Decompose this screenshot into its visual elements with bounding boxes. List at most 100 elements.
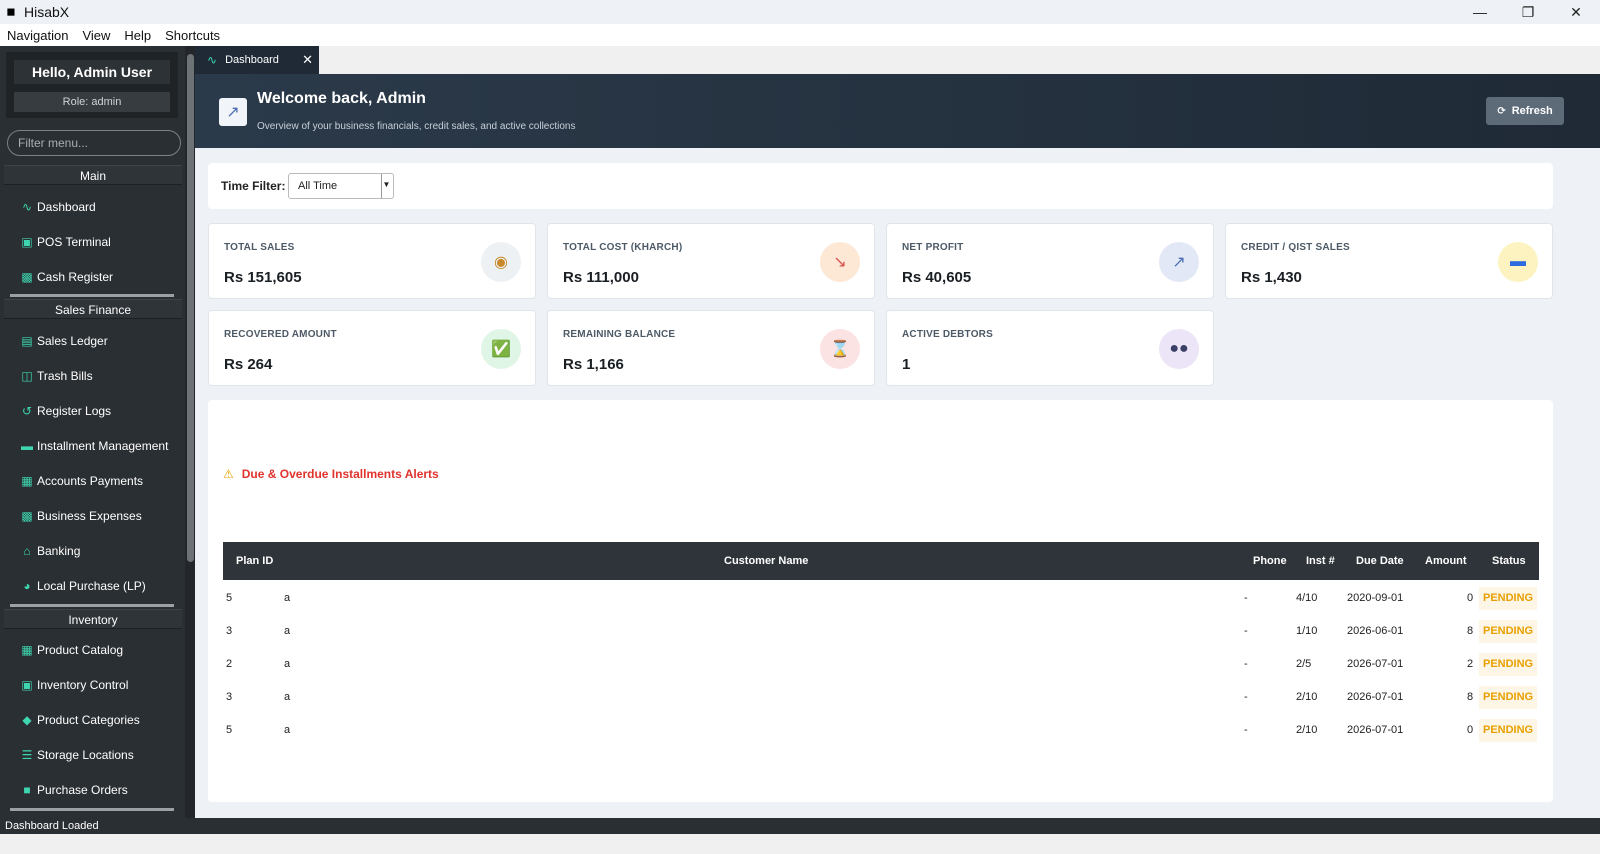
stat-value: Rs 1,430: [1241, 269, 1302, 286]
cell-inst: 2/5: [1296, 658, 1312, 670]
sidebar-scroll-thumb[interactable]: [187, 54, 194, 562]
cell-customer-name: a: [284, 592, 291, 604]
status-badge: PENDING: [1479, 620, 1538, 643]
col-customer-name[interactable]: Customer Name: [724, 542, 808, 580]
ledger-icon: ▤: [21, 334, 33, 348]
col-plan-id[interactable]: Plan ID: [236, 542, 273, 580]
table-header: Plan ID Customer Name Phone Inst # Due D…: [223, 542, 1539, 580]
restore-icon[interactable]: ❐: [1504, 0, 1552, 24]
main-content: ↗ Welcome back, Admin Overview of your b…: [195, 74, 1600, 834]
col-phone[interactable]: Phone: [1253, 542, 1287, 580]
stat-label: RECOVERED AMOUNT: [224, 329, 337, 340]
tab-dashboard[interactable]: ∿ Dashboard ✕: [195, 46, 319, 74]
section-sales-finance[interactable]: Sales Finance: [4, 299, 182, 319]
section-divider: [10, 294, 174, 297]
sidebar-item-label: Sales Ledger: [37, 334, 108, 348]
sidebar-item-product-categories[interactable]: ◆ Product Categories: [20, 710, 139, 730]
cell-plan-id: 3: [226, 691, 233, 703]
sidebar-item-cash-register[interactable]: ▩ Cash Register: [20, 267, 113, 287]
sidebar: Hello, Admin User Role: admin Filter men…: [0, 46, 195, 834]
col-amount[interactable]: Amount: [1425, 542, 1467, 580]
minimize-icon[interactable]: —: [1456, 0, 1504, 24]
cell-due-date: 2020-09-01: [1347, 592, 1404, 604]
sidebar-item-banking[interactable]: ⌂ Banking: [20, 541, 80, 561]
section-divider: [10, 808, 174, 811]
sidebar-item-accounts-payments[interactable]: ▦ Accounts Payments: [20, 471, 143, 491]
table-row[interactable]: 5 a - 4/10 2020-09-01 0 PENDING: [223, 582, 1539, 615]
cell-amount: 8: [1467, 691, 1474, 703]
welcome-subtitle: Overview of your business financials, cr…: [257, 121, 576, 132]
cell-customer-name: a: [284, 724, 291, 736]
sidebar-item-installment-management[interactable]: ▬ Installment Management: [20, 436, 168, 456]
invoice-icon: ▦: [21, 474, 33, 488]
warning-icon: ⚠: [223, 467, 234, 481]
cell-customer-name: a: [284, 625, 291, 637]
menu-view[interactable]: View: [82, 28, 110, 43]
sidebar-item-dashboard[interactable]: ∿ Dashboard: [20, 197, 96, 217]
card-icon: ▬: [21, 439, 33, 453]
menu-bar: Navigation View Help Shortcuts: [0, 24, 1600, 46]
section-inventory[interactable]: Inventory: [4, 609, 182, 629]
app-logo-icon: ◼: [6, 6, 16, 18]
stat-value: Rs 111,000: [563, 269, 639, 286]
sidebar-item-trash-bills[interactable]: ◫ Trash Bills: [20, 366, 92, 386]
sidebar-item-label: Local Purchase (LP): [37, 579, 146, 593]
cell-amount: 0: [1467, 592, 1474, 604]
credit-card-icon: ▬: [1498, 242, 1538, 282]
chevron-down-icon: ▼: [381, 174, 391, 198]
check-icon: ✅: [481, 329, 521, 369]
cart-icon: ■: [23, 783, 31, 797]
table-row[interactable]: 3 a - 1/10 2026-06-01 8 PENDING: [223, 615, 1539, 648]
status-badge: PENDING: [1479, 719, 1538, 742]
sidebar-item-sales-ledger[interactable]: ▤ Sales Ledger: [20, 331, 108, 351]
title-bar: ◼ HisabX — ❐ ✕: [0, 0, 1600, 24]
sidebar-scrollbar[interactable]: [185, 46, 195, 834]
trash-icon: ◫: [21, 369, 33, 383]
cell-plan-id: 5: [226, 592, 233, 604]
col-status[interactable]: Status: [1492, 542, 1526, 580]
time-filter-select[interactable]: All Time ▼: [288, 173, 394, 199]
refresh-button[interactable]: ⟳ Refresh: [1486, 97, 1564, 125]
role-text: Role: admin: [14, 92, 170, 112]
sidebar-item-purchase-orders[interactable]: ■ Purchase Orders: [20, 780, 128, 800]
cell-due-date: 2026-07-01: [1347, 724, 1404, 736]
sidebar-item-inventory-control[interactable]: ▣ Inventory Control: [20, 675, 128, 695]
filter-menu-input[interactable]: Filter menu...: [7, 130, 181, 156]
sidebar-item-register-logs[interactable]: ↺ Register Logs: [20, 401, 111, 421]
chart-up-icon: ↗: [1159, 242, 1199, 282]
cell-amount: 8: [1467, 625, 1474, 637]
cell-inst: 4/10: [1296, 592, 1318, 604]
table-row[interactable]: 2 a - 2/5 2026-07-01 2 PENDING: [223, 648, 1539, 681]
close-tab-icon[interactable]: ✕: [302, 52, 313, 68]
sidebar-item-product-catalog[interactable]: ▦ Product Catalog: [20, 640, 123, 660]
sidebar-item-storage-locations[interactable]: ☰ Storage Locations: [20, 745, 134, 765]
menu-shortcuts[interactable]: Shortcuts: [165, 28, 220, 43]
refresh-icon: ⟳: [1497, 105, 1506, 117]
sidebar-item-label: POS Terminal: [37, 235, 111, 249]
close-icon[interactable]: ✕: [1552, 0, 1600, 24]
cell-phone: -: [1244, 724, 1248, 736]
table-row[interactable]: 5 a - 2/10 2026-07-01 0 PENDING: [223, 714, 1539, 747]
sidebar-item-pos-terminal[interactable]: ▣ POS Terminal: [20, 232, 111, 252]
cash-register-icon: ▩: [21, 270, 33, 284]
stat-card-recovered-amount: RECOVERED AMOUNT Rs 264 ✅: [208, 310, 536, 386]
menu-help[interactable]: Help: [124, 28, 151, 43]
table-row[interactable]: 3 a - 2/10 2026-07-01 8 PENDING: [223, 681, 1539, 714]
chart-line-icon: ∿: [21, 200, 33, 214]
sidebar-item-label: Installment Management: [37, 439, 169, 453]
section-divider: [10, 604, 174, 607]
window-title: HisabX: [24, 4, 70, 20]
installment-alerts-panel: ⚠ Due & Overdue Installments Alerts Plan…: [208, 400, 1553, 802]
stat-card-total-cost: TOTAL COST (KHARCH) Rs 111,000 ↘: [547, 223, 875, 299]
sidebar-item-local-purchase[interactable]: ◕ Local Purchase (LP): [20, 576, 146, 596]
stat-card-net-profit: NET PROFIT Rs 40,605 ↗: [886, 223, 1214, 299]
col-due-date[interactable]: Due Date: [1356, 542, 1404, 580]
section-main[interactable]: Main: [4, 165, 182, 185]
menu-navigation[interactable]: Navigation: [7, 28, 68, 43]
welcome-title: Welcome back, Admin: [257, 90, 426, 107]
col-inst[interactable]: Inst #: [1306, 542, 1335, 580]
sidebar-item-business-expenses[interactable]: ▩ Business Expenses: [20, 506, 141, 526]
chart-line-icon: ∿: [207, 53, 218, 67]
stat-value: Rs 40,605: [902, 269, 972, 286]
sidebar-item-label: Purchase Orders: [37, 783, 128, 797]
